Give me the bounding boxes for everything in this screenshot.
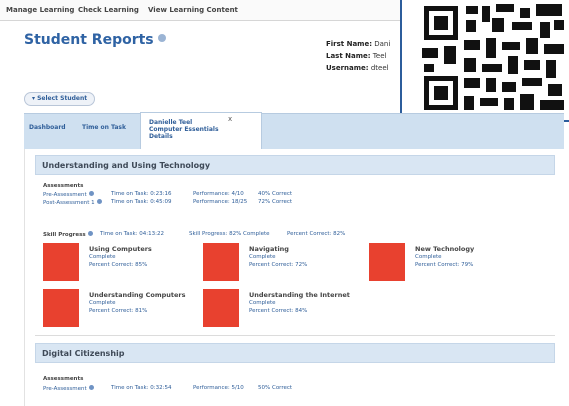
module-card[interactable]: Using Computers Complete Percent Correct… (43, 243, 203, 281)
nav-manage-learning[interactable]: Manage Learning (6, 6, 74, 14)
qr-code-overlay (400, 0, 569, 122)
module-status: Complete (89, 300, 116, 306)
last-name-value: Teel (372, 52, 387, 60)
username-label: Username: (326, 64, 369, 72)
report-content: Understanding and Using Technology Asses… (24, 149, 565, 406)
assessment-performance: Performance: 18/25 (193, 199, 248, 205)
module-progress-bar (43, 243, 79, 281)
assessment-correct: 72% Correct (258, 199, 293, 205)
qr-code-icon (420, 2, 568, 114)
module-status: Complete (249, 300, 276, 306)
last-name-label: Last Name: (326, 52, 371, 60)
module-percent: Percent Correct: 79% (415, 262, 474, 268)
info-icon[interactable] (88, 385, 94, 390)
module-status: Complete (249, 254, 276, 260)
assessment-name-text: Pre-Assessment (43, 386, 87, 392)
assessment-name-text: Post-Assessment 1 (43, 200, 95, 206)
select-student-button[interactable]: ▾ Select Student (24, 92, 96, 106)
tab-dashboard[interactable]: Dashboard (29, 124, 66, 131)
skill-progress-percent: Percent Correct: 82% (287, 231, 346, 237)
divider (35, 335, 555, 336)
nav-check-learning[interactable]: Check Learning (78, 6, 139, 14)
assessments-label: Assessments (43, 183, 84, 189)
module-status: Complete (415, 254, 442, 260)
module-percent: Percent Correct: 84% (249, 308, 308, 314)
first-name-value: Dani (374, 40, 391, 48)
nav-view-learning-content[interactable]: View Learning Content (148, 6, 238, 14)
section-title: Digital Citizenship (42, 349, 125, 358)
assessment-time: Time on Task: 0:32:54 (111, 385, 172, 391)
module-progress-bar (43, 289, 79, 327)
module-title: New Technology (415, 245, 475, 253)
tab-student-name: Danielle Teel (149, 119, 193, 126)
skill-progress-time: Time on Task: 04:13:22 (100, 231, 164, 237)
skill-progress-label-text: Skill Progress (43, 232, 86, 238)
module-progress-bar (203, 289, 239, 327)
page-title: Student Reports (24, 32, 166, 48)
assessments-label: Assessments (43, 376, 84, 382)
module-status: Complete (89, 254, 116, 260)
assessment-performance: Performance: 4/10 (193, 191, 244, 197)
first-name-label: First Name: (326, 40, 373, 48)
tab-course-name: Computer Essentials (149, 126, 219, 133)
assessment-time: Time on Task: 0:23:16 (111, 191, 172, 197)
module-card[interactable]: Understanding the Internet Complete Perc… (203, 289, 363, 327)
section-header-technology[interactable]: Understanding and Using Technology (35, 155, 555, 175)
section-title: Understanding and Using Technology (42, 161, 211, 170)
tab-time-on-task[interactable]: Time on Task (82, 124, 126, 131)
skill-progress-complete: Skill Progress: 82% Complete (189, 231, 270, 237)
module-title: Using Computers (89, 245, 152, 253)
info-icon[interactable] (96, 199, 102, 204)
module-percent: Percent Correct: 72% (249, 262, 308, 268)
assessment-correct: 50% Correct (258, 385, 293, 391)
module-progress-bar (369, 243, 405, 281)
skill-progress-label: Skill Progress (43, 231, 93, 238)
close-icon[interactable]: x (228, 115, 232, 123)
module-card[interactable]: Understanding Computers Complete Percent… (43, 289, 203, 327)
tab-details-label: Details (149, 133, 173, 140)
info-icon[interactable] (87, 231, 93, 236)
user-info: First Name: Dani Last Name: Teel Usernam… (326, 38, 390, 74)
assessment-name-text: Pre-Assessment (43, 192, 87, 198)
tab-bar: Dashboard Time on Task Danielle Teel Com… (24, 112, 564, 150)
section-header-digital-citizenship[interactable]: Digital Citizenship (35, 343, 555, 363)
module-percent: Percent Correct: 81% (89, 308, 148, 314)
assessment-name[interactable]: Post-Assessment 1 (43, 199, 102, 206)
assessment-correct: 40% Correct (258, 191, 293, 197)
module-percent: Percent Correct: 85% (89, 262, 148, 268)
username-value: dteel (370, 64, 389, 72)
page-title-text: Student Reports (24, 32, 154, 48)
module-card[interactable]: Navigating Complete Percent Correct: 72% (203, 243, 363, 281)
assessment-name[interactable]: Pre-Assessment (43, 191, 94, 198)
assessment-name[interactable]: Pre-Assessment (43, 385, 94, 392)
tab-student-details[interactable]: Danielle Teel Computer Essentials Detail… (140, 112, 262, 150)
assessment-time: Time on Task: 0:45:09 (111, 199, 172, 205)
info-icon[interactable] (88, 191, 94, 196)
module-title: Understanding the Internet (249, 291, 350, 299)
module-card[interactable]: New Technology Complete Percent Correct:… (369, 243, 529, 281)
help-icon[interactable] (157, 34, 166, 42)
module-title: Understanding Computers (89, 291, 186, 299)
module-title: Navigating (249, 245, 289, 253)
assessment-performance: Performance: 5/10 (193, 385, 244, 391)
module-progress-bar (203, 243, 239, 281)
